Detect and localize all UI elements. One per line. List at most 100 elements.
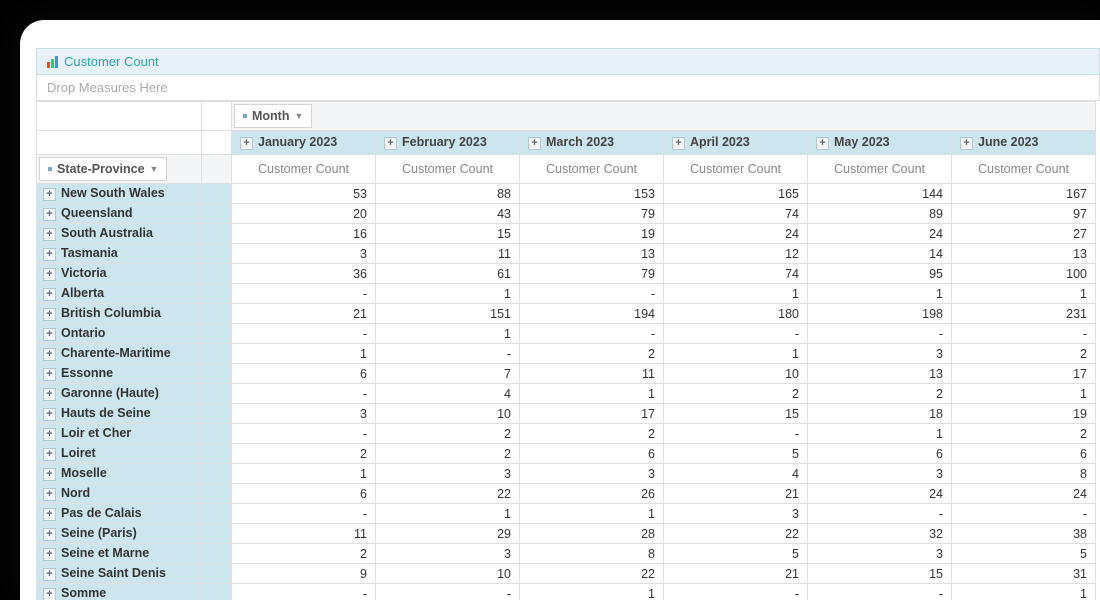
data-cell[interactable]: - [376,344,520,364]
data-cell[interactable]: 13 [952,244,1096,264]
expand-icon[interactable]: + [43,588,56,600]
column-field-area[interactable]: Month ▼ [232,102,1096,131]
expand-icon[interactable]: + [43,388,56,401]
expand-icon[interactable]: + [672,137,685,150]
data-cell[interactable]: 36 [232,264,376,284]
data-cell[interactable]: 165 [664,184,808,204]
data-cell[interactable]: 1 [664,284,808,304]
data-cell[interactable]: 5 [664,544,808,564]
data-cell[interactable]: 5 [952,544,1096,564]
data-cell[interactable]: 15 [376,224,520,244]
row-header[interactable]: +Seine et Marne [37,544,202,564]
data-cell[interactable]: 231 [952,304,1096,324]
expand-icon[interactable]: + [43,468,56,481]
expand-icon[interactable]: + [43,428,56,441]
data-cell[interactable]: 6 [808,444,952,464]
data-cell[interactable]: 6 [520,444,664,464]
row-header[interactable]: +Nord [37,484,202,504]
data-cell[interactable]: - [808,504,952,524]
data-cell[interactable]: 11 [232,524,376,544]
expand-icon[interactable]: + [528,137,541,150]
dropdown-icon[interactable]: ▼ [294,111,303,121]
data-cell[interactable]: 95 [808,264,952,284]
row-header[interactable]: +British Columbia [37,304,202,324]
data-cell[interactable]: 31 [952,564,1096,584]
data-cell[interactable]: - [664,424,808,444]
data-cell[interactable]: 79 [520,264,664,284]
data-cell[interactable]: 12 [664,244,808,264]
data-cell[interactable]: 10 [376,404,520,424]
data-cell[interactable]: 4 [376,384,520,404]
data-cell[interactable]: 13 [520,244,664,264]
data-cell[interactable]: 1 [520,504,664,524]
data-cell[interactable]: 17 [952,364,1096,384]
data-cell[interactable]: 1 [664,344,808,364]
row-header[interactable]: +Pas de Calais [37,504,202,524]
data-cell[interactable]: - [808,324,952,344]
data-cell[interactable]: 1 [952,284,1096,304]
expand-icon[interactable]: + [43,308,56,321]
row-header[interactable]: +South Australia [37,224,202,244]
data-cell[interactable]: 5 [664,444,808,464]
data-cell[interactable]: 61 [376,264,520,284]
expand-icon[interactable]: + [43,208,56,221]
data-cell[interactable]: 8 [952,464,1096,484]
data-cell[interactable]: - [952,324,1096,344]
data-cell[interactable]: 6 [952,444,1096,464]
data-cell[interactable]: 2 [520,344,664,364]
data-cell[interactable]: 3 [232,244,376,264]
data-cell[interactable]: 2 [376,424,520,444]
data-cell[interactable]: 15 [664,404,808,424]
expand-icon[interactable]: + [43,248,56,261]
row-field-area[interactable]: State-Province ▼ [37,155,202,184]
data-cell[interactable]: 24 [664,224,808,244]
data-cell[interactable]: 3 [376,544,520,564]
data-cell[interactable]: 3 [232,404,376,424]
data-cell[interactable]: 2 [952,424,1096,444]
data-cell[interactable]: 15 [808,564,952,584]
data-cell[interactable]: 1 [808,284,952,304]
expand-icon[interactable]: + [43,548,56,561]
data-cell[interactable]: 1 [232,464,376,484]
expand-icon[interactable]: + [43,348,56,361]
data-cell[interactable]: 6 [232,364,376,384]
row-header[interactable]: +Seine (Paris) [37,524,202,544]
data-cell[interactable]: 18 [808,404,952,424]
data-cell[interactable]: 10 [664,364,808,384]
data-cell[interactable]: - [376,584,520,600]
data-cell[interactable]: 1 [808,424,952,444]
data-cell[interactable]: 153 [520,184,664,204]
data-cell[interactable]: 14 [808,244,952,264]
row-header[interactable]: +Tasmania [37,244,202,264]
data-cell[interactable]: - [664,324,808,344]
data-cell[interactable]: 3 [808,344,952,364]
data-cell[interactable]: 43 [376,204,520,224]
data-cell[interactable]: - [808,584,952,600]
column-header[interactable]: +January 2023 [232,131,376,155]
data-cell[interactable]: 97 [952,204,1096,224]
data-cell[interactable]: 3 [520,464,664,484]
row-header[interactable]: +Loir et Cher [37,424,202,444]
data-cell[interactable]: 53 [232,184,376,204]
data-cell[interactable]: 21 [664,564,808,584]
column-field-pill[interactable]: Month ▼ [234,104,312,128]
row-header[interactable]: +Moselle [37,464,202,484]
expand-icon[interactable]: + [43,448,56,461]
data-cell[interactable]: - [520,324,664,344]
data-cell[interactable]: - [520,284,664,304]
expand-icon[interactable]: + [43,508,56,521]
data-cell[interactable]: 144 [808,184,952,204]
data-cell[interactable]: 21 [232,304,376,324]
row-header[interactable]: +Hauts de Seine [37,404,202,424]
column-header[interactable]: +February 2023 [376,131,520,155]
row-header[interactable]: +Essonne [37,364,202,384]
data-cell[interactable]: 89 [808,204,952,224]
data-cell[interactable]: 1 [520,384,664,404]
data-cell[interactable]: 1 [952,584,1096,600]
data-cell[interactable]: 3 [376,464,520,484]
data-cell[interactable]: 151 [376,304,520,324]
data-cell[interactable]: 17 [520,404,664,424]
data-cell[interactable]: 2 [808,384,952,404]
row-header[interactable]: +New South Wales [37,184,202,204]
data-cell[interactable]: 2 [376,444,520,464]
